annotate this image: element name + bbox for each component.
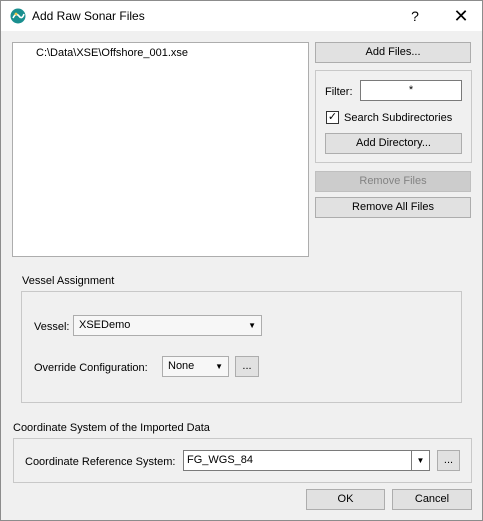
coordinate-system-title: Coordinate System of the Imported Data: [13, 422, 210, 434]
chevron-down-icon: ▼: [248, 321, 256, 330]
override-configuration-browse-button[interactable]: ...: [235, 356, 259, 377]
crs-value: FG_WGS_84: [187, 454, 254, 466]
add-files-button[interactable]: Add Files...: [315, 42, 471, 63]
vessel-select[interactable]: XSEDemo ▼: [73, 315, 262, 336]
cancel-button[interactable]: Cancel: [392, 489, 472, 510]
search-subdirectories-label: Search Subdirectories: [344, 112, 453, 124]
remove-all-files-button[interactable]: Remove All Files: [315, 197, 471, 218]
crs-browse-button[interactable]: ...: [437, 450, 460, 471]
file-list[interactable]: C:\Data\XSE\Offshore_001.xse: [12, 42, 309, 257]
vessel-select-value: XSEDemo: [79, 319, 131, 331]
remove-files-button[interactable]: Remove Files: [315, 171, 471, 192]
crs-label: Coordinate Reference System:: [25, 456, 176, 468]
checkmark-icon: ✓: [327, 111, 338, 123]
chevron-down-icon: ▼: [215, 362, 223, 371]
override-configuration-label: Override Configuration:: [34, 362, 148, 374]
help-button[interactable]: ?: [401, 1, 429, 31]
chevron-down-icon[interactable]: ▼: [411, 451, 429, 470]
filter-label: Filter:: [325, 86, 353, 98]
add-raw-sonar-files-dialog: Add Raw Sonar Files ? ✕ C:\Data\XSE\Offs…: [0, 0, 483, 521]
vessel-assignment-title: Vessel Assignment: [22, 275, 115, 287]
title-bar: Add Raw Sonar Files ? ✕: [1, 1, 482, 31]
window-title: Add Raw Sonar Files: [32, 9, 145, 23]
ok-button[interactable]: OK: [306, 489, 385, 510]
file-list-item[interactable]: C:\Data\XSE\Offshore_001.xse: [36, 47, 188, 59]
add-directory-button[interactable]: Add Directory...: [325, 133, 462, 154]
vessel-label: Vessel:: [34, 321, 70, 333]
override-configuration-value: None: [168, 360, 195, 372]
crs-input[interactable]: FG_WGS_84 ▼: [183, 450, 430, 471]
close-button[interactable]: ✕: [447, 1, 475, 31]
search-subdirectories-checkbox[interactable]: ✓: [326, 111, 339, 124]
app-icon: [10, 8, 26, 24]
override-configuration-select[interactable]: None ▼: [162, 356, 229, 377]
filter-input[interactable]: *: [360, 80, 462, 101]
vessel-assignment-group: [21, 291, 462, 403]
